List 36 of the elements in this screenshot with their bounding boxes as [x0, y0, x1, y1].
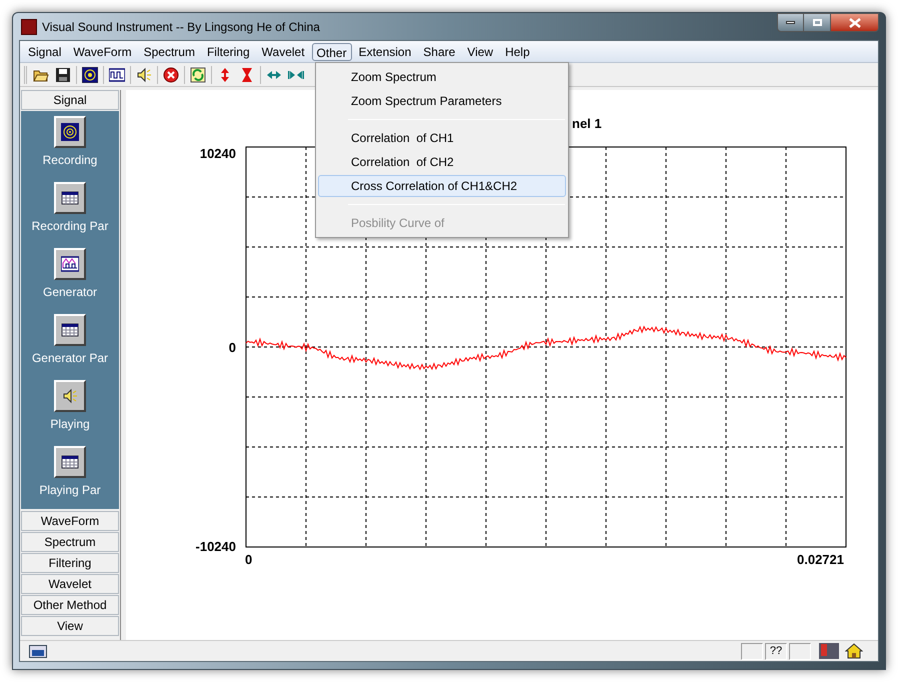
menu-option[interactable]: Correlation of CH1 — [318, 127, 566, 149]
tool-label: Playing Par — [39, 482, 101, 499]
tool-label: Playing — [50, 416, 90, 433]
menu-option[interactable]: Correlation of CH2 — [318, 151, 566, 173]
axis-label: 0.02721 — [797, 552, 844, 567]
menu-item[interactable]: Spectrum — [138, 42, 200, 60]
tool-label: Generator — [42, 284, 98, 301]
menu-item[interactable]: Share — [418, 42, 460, 60]
axis-label: 10240 — [200, 146, 236, 161]
chart-title: nel 1 — [572, 116, 602, 131]
menu-item[interactable]: Extension — [354, 42, 416, 60]
sidebar-tab[interactable]: Spectrum — [21, 532, 119, 552]
axis-label: -10240 — [196, 539, 236, 554]
menu-option[interactable]: Zoom Spectrum — [318, 66, 566, 88]
menu-option[interactable]: Cross Correlation of CH1&CH2 — [318, 175, 566, 197]
tool-label: Recording — [42, 152, 98, 169]
tool-label: Recording Par — [32, 218, 108, 235]
menu-item[interactable]: View — [462, 42, 498, 60]
axis-label: 0 — [228, 340, 236, 355]
menu-item[interactable]: Signal — [23, 42, 66, 60]
sidebar-tab[interactable]: Filtering — [21, 553, 119, 573]
window-title: Visual Sound Instrument -- By Lingsong He of China — [42, 18, 320, 36]
menu-item[interactable]: Other — [312, 42, 352, 60]
axis-label: 0 — [245, 552, 252, 567]
menu-item[interactable]: Help — [500, 42, 535, 60]
sidebar-tab[interactable]: Other Method — [21, 595, 119, 615]
menu-item[interactable]: WaveForm — [68, 42, 137, 60]
menu-option[interactable]: Zoom Spectrum Parameters — [318, 90, 566, 112]
sidebar-tab[interactable]: WaveForm — [21, 511, 119, 531]
tool-label: Generator Par — [32, 350, 108, 367]
sidebar-tab[interactable]: Signal — [21, 90, 119, 110]
status-panel: ?? — [765, 642, 787, 660]
menu-item[interactable]: Wavelet — [256, 42, 310, 60]
sidebar-tab[interactable]: View — [21, 616, 119, 636]
sidebar-tab[interactable]: Wavelet — [21, 574, 119, 594]
menu-item[interactable]: Filtering — [202, 42, 255, 60]
